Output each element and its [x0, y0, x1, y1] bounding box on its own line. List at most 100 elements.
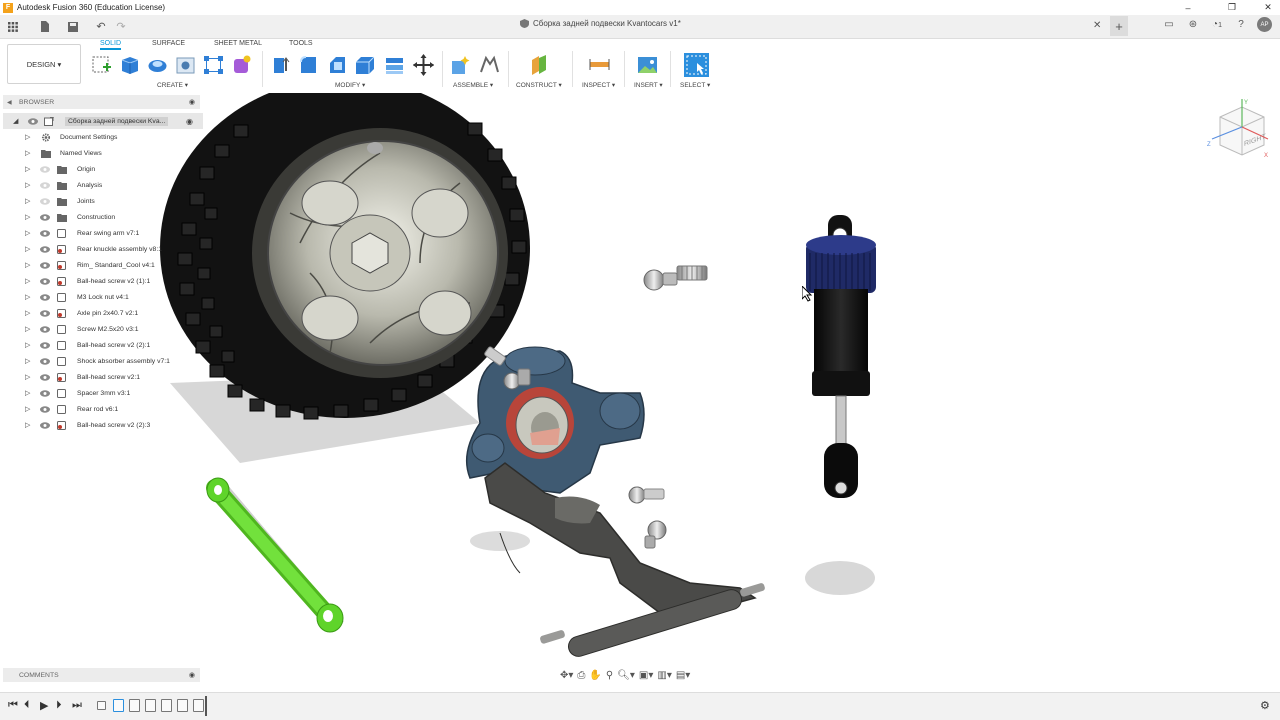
timeline-marker[interactable]: [205, 696, 207, 716]
visibility-eye-icon[interactable]: [40, 373, 50, 381]
create-form-icon[interactable]: [231, 54, 252, 76]
insert-menu[interactable]: INSERT ▾: [634, 81, 663, 89]
job-status-icon[interactable]: ◔1: [1209, 19, 1225, 30]
zoom-window-icon[interactable]: 🔍︎▾: [617, 670, 635, 681]
visibility-eye-icon[interactable]: [40, 341, 50, 349]
hole-icon[interactable]: [175, 54, 196, 76]
workspace-switcher-button[interactable]: DESIGN ▾: [7, 44, 81, 84]
tab-surface[interactable]: SURFACE: [152, 40, 185, 47]
viewports-icon[interactable]: ▤▾: [676, 670, 690, 681]
timeline-feature[interactable]: [193, 699, 204, 712]
expand-arrow-icon[interactable]: ▷: [25, 149, 30, 157]
timeline-feature[interactable]: [113, 699, 124, 712]
move-icon[interactable]: [413, 54, 434, 76]
tree-node[interactable]: ▷ Joints: [3, 193, 203, 209]
visibility-eye-icon[interactable]: [40, 357, 50, 365]
select-menu[interactable]: SELECT ▾: [680, 81, 710, 89]
visibility-eye-icon[interactable]: [40, 261, 50, 269]
assemble-menu[interactable]: ASSEMBLE ▾: [453, 81, 493, 89]
tree-node[interactable]: ▷ Ball-head screw v2:1: [3, 369, 203, 385]
tree-node[interactable]: ▷ Spacer 3mm v3:1: [3, 385, 203, 401]
visibility-eye-icon[interactable]: [40, 389, 50, 397]
revolve-icon[interactable]: [147, 54, 168, 76]
expand-arrow-icon[interactable]: ▷: [25, 373, 30, 381]
close-window-button[interactable]: ✕: [1256, 0, 1280, 15]
timeline-feature[interactable]: [177, 699, 188, 712]
activate-radio-icon[interactable]: ◉: [186, 117, 193, 126]
expand-arrow-icon[interactable]: ▷: [25, 341, 30, 349]
visibility-eye-icon[interactable]: [40, 405, 50, 413]
expand-arrow-icon[interactable]: ▷: [25, 405, 30, 413]
collapse-icon[interactable]: ◀: [7, 99, 12, 106]
modify-menu[interactable]: MODIFY ▾: [335, 81, 365, 89]
visibility-eye-icon[interactable]: [40, 421, 50, 429]
timeline-feature[interactable]: [97, 701, 106, 710]
tree-node[interactable]: ▷ Shock absorber assembly v7:1: [3, 353, 203, 369]
insert-canvas-icon[interactable]: [637, 54, 658, 76]
tree-node[interactable]: ▷ Screw M2.5x20 v3:1: [3, 321, 203, 337]
expand-arrow-icon[interactable]: ▷: [25, 293, 30, 301]
play-icon[interactable]: ▶: [40, 699, 48, 712]
pattern-icon[interactable]: [203, 54, 224, 76]
fillet-icon[interactable]: [298, 54, 319, 76]
tab-solid[interactable]: SOLID: [100, 40, 122, 50]
zoom-icon[interactable]: ⚲: [606, 670, 613, 681]
expand-arrow-icon[interactable]: ▷: [25, 309, 30, 317]
orbit-constrained-icon[interactable]: ✥▾: [560, 670, 573, 681]
extrude-icon[interactable]: [119, 54, 140, 76]
tree-node[interactable]: ▷ Named Views: [3, 145, 203, 161]
rear-rod[interactable]: [206, 477, 344, 633]
expand-arrow-icon[interactable]: ▷: [25, 325, 30, 333]
timeline-feature[interactable]: [145, 699, 156, 712]
expand-arrow-icon[interactable]: ▷: [25, 213, 30, 221]
extensions-icon[interactable]: ⊛: [1185, 19, 1201, 30]
wheel-rim-standard-cool[interactable]: [160, 93, 530, 420]
timeline-feature[interactable]: [161, 699, 172, 712]
file-menu-icon[interactable]: [36, 18, 54, 36]
visibility-eye-icon[interactable]: [40, 165, 50, 173]
timeline-settings-icon[interactable]: ⚙: [1260, 699, 1270, 712]
tree-node[interactable]: ▷ Rear swing arm v7:1: [3, 225, 203, 241]
tab-tools[interactable]: TOOLS: [289, 40, 313, 47]
expand-arrow-icon[interactable]: ▷: [25, 133, 30, 141]
visibility-eye-icon[interactable]: [40, 213, 50, 221]
combine-icon[interactable]: [384, 54, 405, 76]
restore-button[interactable]: ❐: [1220, 0, 1244, 15]
document-tab[interactable]: Сборка задней подвески Kvantocars v1*: [520, 19, 681, 28]
visibility-eye-icon[interactable]: [40, 197, 50, 205]
comment-icon[interactable]: ▭: [1161, 19, 1177, 30]
tree-node[interactable]: ▷ Ball-head screw v2 (1):1: [3, 273, 203, 289]
new-tab-button[interactable]: +: [1110, 16, 1128, 36]
expand-arrow-icon[interactable]: ▷: [25, 165, 30, 173]
press-pull-icon[interactable]: [270, 54, 291, 76]
tree-root-node[interactable]: ◢ Сборка задней подвески Kva... ◉: [3, 113, 203, 129]
step-back-icon[interactable]: ⏴: [24, 699, 30, 712]
ball-head-screw-floating[interactable]: [643, 265, 708, 291]
visibility-eye-icon[interactable]: [40, 325, 50, 333]
expand-arrow-icon[interactable]: ▷: [25, 421, 30, 429]
tree-node[interactable]: ▷ Ball-head screw v2 (2):3: [3, 417, 203, 433]
view-cube[interactable]: RIGHT Y X Z: [1206, 97, 1272, 163]
visibility-eye-icon[interactable]: [40, 277, 50, 285]
rear-swing-arm[interactable]: [484, 462, 766, 659]
tab-sheet-metal[interactable]: SHEET METAL: [214, 40, 262, 47]
redo-icon[interactable]: ↷: [112, 18, 130, 36]
shell-icon[interactable]: [355, 54, 376, 76]
add-comment-icon[interactable]: ◉: [189, 671, 195, 679]
tree-node[interactable]: ▷ Rear rod v6:1: [3, 401, 203, 417]
tree-node[interactable]: ▷ M3 Lock nut v4:1: [3, 289, 203, 305]
comments-panel-header[interactable]: COMMENTS ◉: [3, 668, 200, 682]
expand-arrow-icon[interactable]: ▷: [25, 357, 30, 365]
expand-arrow-icon[interactable]: ▷: [25, 389, 30, 397]
chamfer-icon[interactable]: [327, 54, 348, 76]
expand-arrow-icon[interactable]: ▷: [25, 277, 30, 285]
expand-arrow-icon[interactable]: ▷: [25, 181, 30, 189]
tree-node[interactable]: ▷ Axle pin 2x40.7 v2:1: [3, 305, 203, 321]
create-sketch-icon[interactable]: [91, 54, 112, 76]
grid-settings-icon[interactable]: ▥▾: [657, 670, 671, 681]
visibility-eye-icon[interactable]: [40, 293, 50, 301]
go-to-end-icon[interactable]: ⏭: [72, 699, 82, 712]
minimize-button[interactable]: –: [1176, 0, 1200, 15]
display-settings-icon[interactable]: ▣▾: [639, 670, 653, 681]
tree-node[interactable]: ▷ Ball-head screw v2 (2):1: [3, 337, 203, 353]
